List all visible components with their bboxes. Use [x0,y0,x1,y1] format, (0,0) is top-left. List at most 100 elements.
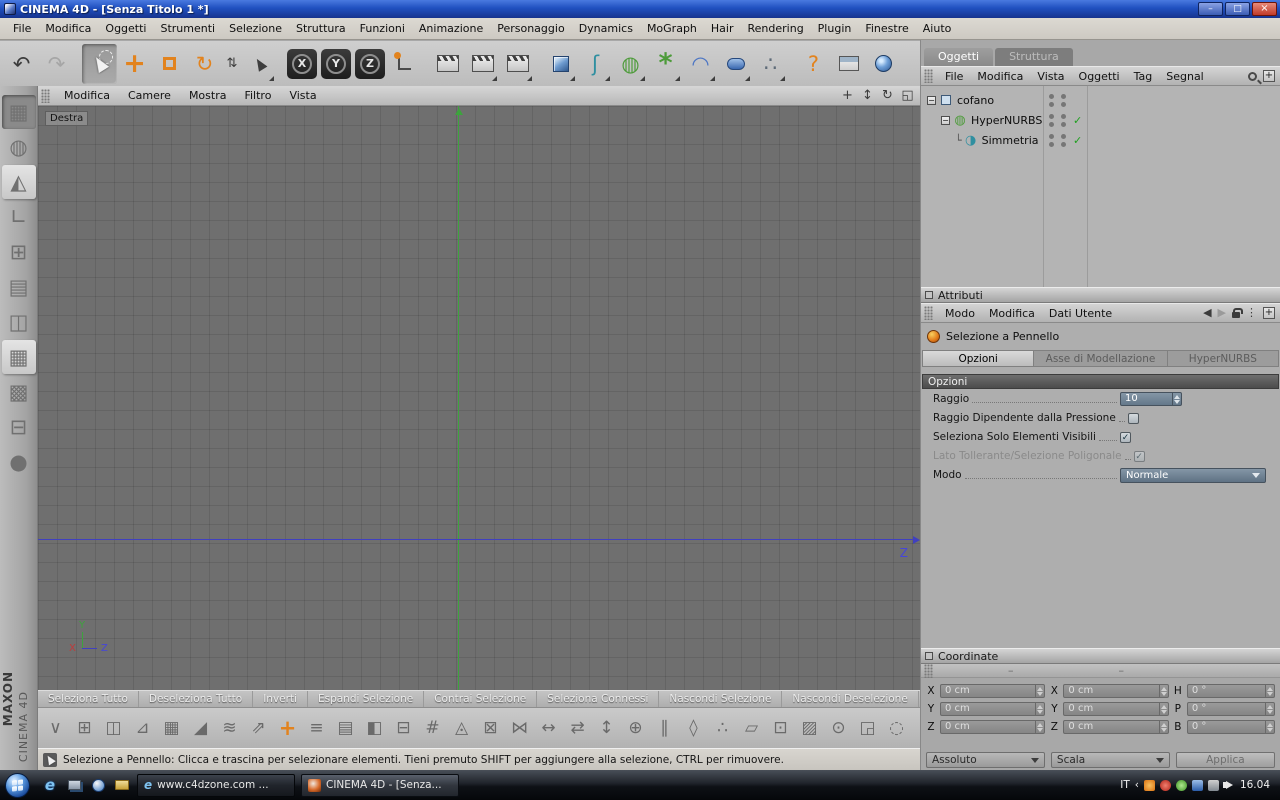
visible-only-checkbox[interactable]: ✓ [1120,431,1131,443]
clock[interactable]: 16.04 [1240,779,1270,791]
nav-back-icon[interactable]: ◀ [1203,307,1211,319]
live-selection-button[interactable] [82,43,117,84]
model-mode-icon[interactable]: ◍ [2,130,36,164]
content-browser-button[interactable] [831,44,866,84]
rotate-button[interactable]: ↻ [187,44,222,84]
position-field[interactable]: 0 cm [940,684,1046,698]
modeling-tool-icon[interactable]: ⊙ [824,711,853,745]
animation-mode-icon[interactable]: ▤ [2,270,36,304]
viewport-menu-item[interactable]: Modifica [55,89,119,102]
object-manager[interactable]: − cofano − ◍ HyperNURBS ✓ └ ◑ Simmetria [921,86,1280,287]
online-help-button[interactable] [866,44,901,84]
zoom-view-icon[interactable]: ↕ [859,88,876,104]
viewport-menu-item[interactable]: Camere [119,89,180,102]
spinner-arrows[interactable] [1035,703,1044,715]
modeling-tool-icon[interactable]: ⊞ [70,711,99,745]
lock-x-axis-button[interactable]: X [287,48,317,79]
selection-command-button[interactable]: Mostra Tutto [919,691,920,707]
render-visibility-dots[interactable] [1061,93,1066,107]
absolute-mode-dropdown[interactable]: Assoluto [926,752,1045,768]
menu-item[interactable]: Rendering [741,18,811,39]
minimize-button[interactable]: – [1198,2,1223,16]
selection-command-button[interactable]: Seleziona Connessi [537,691,660,707]
viewport-menu-item[interactable]: Filtro [235,89,280,102]
lock-icon[interactable] [1232,308,1243,318]
selection-command-button[interactable]: Nascondi Deselezione [782,691,919,707]
menu-item[interactable]: Funzioni [353,18,412,39]
modeling-tool-icon[interactable]: ⊿ [128,711,157,745]
modeling-tool-icon[interactable]: ⇄ [563,711,592,745]
render-visibility-dots[interactable] [1061,113,1066,127]
menu-item[interactable]: Dynamics [572,18,640,39]
scale-button[interactable] [152,44,187,84]
modeling-tool-icon[interactable]: ↕ [592,711,621,745]
selection-command-button[interactable]: Deseleziona Tutto [139,691,254,707]
modeling-tool-icon[interactable]: ⊠ [476,711,505,745]
selection-command-button[interactable]: Espandi Selezione [308,691,425,707]
add-deformer-button[interactable]: ◠ [683,44,718,84]
cinema4d-app-icon[interactable] [4,3,16,15]
edges-mode-icon[interactable]: ∟ [2,200,36,234]
undo-button[interactable]: ↶ [4,44,39,84]
tool-history-button[interactable]: ⇅ [222,44,242,84]
modeling-tool-icon[interactable]: ∴ [708,711,737,745]
spinner-arrows[interactable] [1158,721,1168,733]
show-desktop-icon[interactable] [64,774,84,796]
menu-item[interactable]: MoGraph [640,18,704,39]
spinner-arrows[interactable] [1264,703,1274,715]
modeling-tool-icon[interactable]: ⊟ [389,711,418,745]
modeling-tool-icon[interactable]: ▦ [157,711,186,745]
messenger-tray-icon[interactable] [1143,779,1155,791]
modo-dropdown[interactable]: Normale [1120,467,1266,483]
modeling-tool-icon[interactable]: ▨ [795,711,824,745]
menu-item[interactable]: Selezione [222,18,289,39]
nav-forward-icon[interactable]: ▶ [1218,307,1226,319]
size-field[interactable]: 0 cm [1063,720,1169,734]
menu-item[interactable]: Aiuto [916,18,959,39]
media-player-icon[interactable] [88,774,108,796]
hidden-icons-chevron[interactable]: ‹ [1135,779,1139,791]
security-tray-icon[interactable] [1159,779,1171,791]
lock-y-axis-button[interactable]: Y [321,48,351,79]
spinner-arrows[interactable] [1264,721,1274,733]
menu-item[interactable]: Plugin [811,18,859,39]
points-mode-icon[interactable]: ◭ [1,165,36,199]
modeling-tool-icon[interactable]: ◬ [447,711,476,745]
object-row-simmetria[interactable]: └ ◑ Simmetria ✓ [921,130,1280,150]
spinner-arrows[interactable] [1158,685,1168,697]
position-field[interactable]: 0 cm [940,702,1046,716]
menu-item[interactable]: Animazione [412,18,490,39]
object-manager-menu-item[interactable]: Vista [1030,70,1071,83]
spinner-arrows[interactable] [1158,703,1168,715]
taskbar-button-cinema4d[interactable]: CINEMA 4D - [Senza... [301,773,459,797]
render-settings-button[interactable] [500,44,535,84]
modeling-tool-icon[interactable]: ≡ [302,711,331,745]
object-manager-menu-item[interactable]: File [938,70,970,83]
modeling-tool-icon[interactable]: ∥ [650,711,679,745]
editor-visibility-dots[interactable] [1049,113,1054,127]
modeling-tool-icon[interactable]: ◊ [679,711,708,745]
redo-button[interactable]: ↷ [39,44,74,84]
start-button[interactable] [5,772,30,798]
rotate-view-icon[interactable]: ↻ [879,88,896,104]
drag-handle[interactable] [924,306,933,320]
taskbar-button-browser[interactable]: e www.c4dzone.com ... [137,773,295,797]
quick-launch-ie-icon[interactable]: e [40,774,60,796]
collapse-expander-icon[interactable]: − [941,115,950,125]
panel-box-icon[interactable] [925,652,933,660]
tab-struttura[interactable]: Struttura [995,48,1073,66]
raggio-spinner[interactable]: 10 [1120,392,1182,406]
attributes-menu-item[interactable]: Dati Utente [1042,307,1119,320]
add-nurbs-button[interactable]: ◍ [613,44,648,84]
selection-command-button[interactable]: Nascondi Selezione [659,691,783,707]
selection-command-button[interactable]: Inverti [253,691,308,707]
modeling-tool-icon[interactable]: ▱ [737,711,766,745]
menu-item[interactable]: Struttura [289,18,353,39]
drag-handle[interactable] [924,69,933,83]
tab-opzioni[interactable]: Opzioni [922,350,1035,367]
rotation-field[interactable]: 0 ° [1186,702,1275,716]
modeling-tool-icon[interactable]: ◢ [186,711,215,745]
pan-view-icon[interactable]: + [839,88,856,104]
drag-handle[interactable] [41,88,50,103]
modeling-tool-icon[interactable]: ≋ [215,711,244,745]
